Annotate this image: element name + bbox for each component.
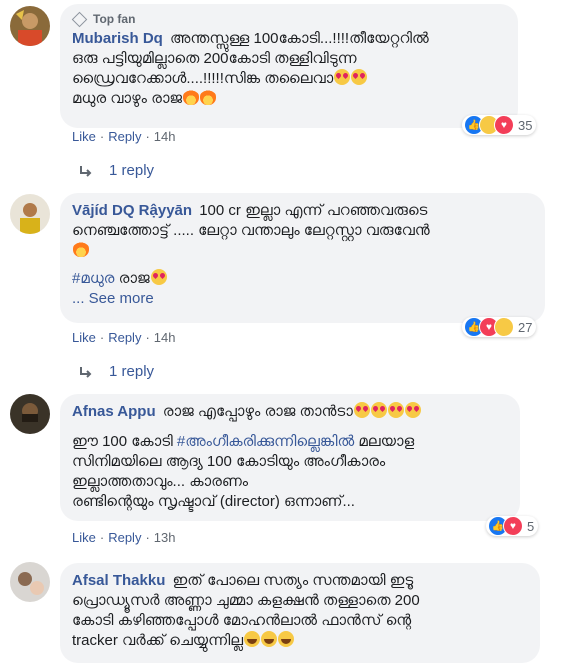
reaction-summary[interactable]: 👍 ♥ 5 — [486, 516, 539, 536]
love-reaction-icon: ♥ — [503, 516, 523, 536]
comment-text-line: ഈ 100 കോടി — [72, 433, 173, 450]
fire-emoji-icon — [73, 241, 89, 257]
fire-emoji-icon — [200, 89, 217, 105]
comment-actions: Like · Reply · 13h — [72, 530, 176, 545]
avatar[interactable] — [10, 194, 50, 234]
reaction-count: 27 — [518, 319, 533, 335]
comment-actions: Like · Reply · 14h — [72, 330, 176, 345]
top-fan-badge: Top fan — [71, 11, 506, 27]
comment-text-line: പ്രൊഡ്യൂസർ അണ്ണാ ചുമ്മാ കളക്ഷൻ തള്ളാതെ 2… — [72, 592, 420, 609]
comment-actions: Like · Reply · 14h — [72, 129, 176, 144]
comment-text-line: രാജ — [118, 270, 150, 287]
heart-eyes-emoji-icon — [334, 69, 351, 85]
commenter-name[interactable]: Afsal Thakku — [72, 572, 165, 589]
commenter-name[interactable]: Afnas Appu — [72, 403, 156, 420]
comment-text-line: മലയാള — [358, 433, 415, 450]
comment-text-line: അന്തസ്സുള്ള 100കോടി...!!!!തീയേറ്ററിൽ — [170, 30, 429, 47]
heart-eyes-emoji-icon — [404, 402, 421, 418]
comment-bubble: Top fan Mubarish Dq അന്തസ്സുള്ള 100കോടി.… — [60, 4, 518, 128]
comment-text-line: ഡ്രൈവറേക്കാൾ....!!!!!സിങ്ക തലൈവാ — [72, 70, 334, 87]
laughing-emoji-icon — [244, 631, 261, 647]
hashtag-link[interactable]: #മധുര — [72, 270, 114, 287]
see-more-link[interactable]: ... See more — [72, 290, 154, 307]
like-link[interactable]: Like — [72, 129, 96, 144]
comment-text-line: ഇല്ലാത്തതാവും... കാരണം — [72, 473, 249, 490]
comment-text-line: രാജ എപ്പോഴും രാജ താൻടാ — [162, 403, 353, 420]
comment-text-line: രണ്ടിന്റെയും സൃഷ്ടാവ് (director) ഒന്നാണ്… — [72, 493, 355, 510]
hashtag-link[interactable]: #അംഗീകരിക്കുന്നില്ലെങ്കിൽ — [177, 433, 354, 450]
comment-bubble: Afsal Thakku ഇത് പോലെ സത്യം സന്തമായി ഇടൂ… — [60, 563, 540, 663]
heart-eyes-emoji-icon — [150, 269, 167, 285]
comment-text-line: നെഞ്ചത്തോട്ട് ..... ലേറ്റാ വന്താലും ലേറ്… — [72, 222, 430, 239]
laughing-emoji-icon — [261, 631, 278, 647]
comment-bubble: Afnas Appu രാജ എപ്പോഴും രാജ താൻടാ ഈ 100 … — [60, 394, 520, 521]
timestamp[interactable]: 14h — [154, 129, 176, 144]
laughing-emoji-icon — [278, 631, 295, 647]
like-link[interactable]: Like — [72, 330, 96, 345]
comment-text-line: സിനിമയിലെ ആദ്യ 100 കോടിയും അംഗീകാരം — [72, 453, 386, 470]
reply-arrow-icon — [80, 366, 92, 378]
commenter-name[interactable]: Vājíd DQ Rậyyān — [72, 202, 192, 219]
heart-eyes-emoji-icon — [353, 402, 370, 418]
reply-link[interactable]: Reply — [108, 330, 141, 345]
reaction-count: 5 — [527, 518, 535, 534]
heart-eyes-emoji-icon — [351, 69, 368, 85]
comment-text-line: ഇത് പോലെ സത്യം സന്തമായി ഇടൂ — [172, 572, 414, 589]
haha-reaction-icon — [494, 317, 514, 337]
love-reaction-icon: ♥ — [494, 115, 514, 135]
view-replies-link[interactable]: 1 reply — [79, 162, 154, 179]
fire-emoji-icon — [183, 89, 200, 105]
diamond-icon — [71, 11, 88, 27]
like-link[interactable]: Like — [72, 530, 96, 545]
comment-text-line: 100 cr ഇല്ലാ എന്ന് പറഞ്ഞവരുടെ — [199, 202, 428, 219]
heart-eyes-emoji-icon — [387, 402, 404, 418]
avatar[interactable] — [10, 6, 50, 46]
commenter-name[interactable]: Mubarish Dq — [72, 30, 163, 47]
reply-link[interactable]: Reply — [108, 530, 141, 545]
reaction-summary[interactable]: 👍 ♥ 27 — [462, 317, 537, 337]
timestamp[interactable]: 13h — [154, 530, 176, 545]
comment-text-line: കോടി കഴിഞ്ഞപ്പോൾ മോഹൻലാൽ ഫാൻസ് ന്റെ — [72, 612, 412, 629]
comment-bubble: Vājíd DQ Rậyyān 100 cr ഇല്ലാ എന്ന് പറഞ്ഞ… — [60, 193, 545, 323]
reply-arrow-icon — [80, 165, 92, 177]
timestamp[interactable]: 14h — [154, 330, 176, 345]
reaction-count: 35 — [518, 117, 533, 133]
heart-eyes-emoji-icon — [370, 402, 387, 418]
comment-text-line: tracker വർക്ക് ചെയ്യുന്നില്ല — [72, 632, 244, 649]
avatar[interactable] — [10, 394, 50, 434]
view-replies-link[interactable]: 1 reply — [79, 363, 154, 380]
avatar[interactable] — [10, 562, 50, 602]
reaction-summary[interactable]: 👍 ♥ 35 — [462, 115, 537, 135]
comment-text-line: ഒരു പട്ടിയുമില്ലാതെ 200കോടി തള്ളിവിടുന്ന — [72, 50, 357, 67]
reply-link[interactable]: Reply — [108, 129, 141, 144]
comment-text-line: മധുര വാഴും രാജ — [72, 90, 183, 107]
